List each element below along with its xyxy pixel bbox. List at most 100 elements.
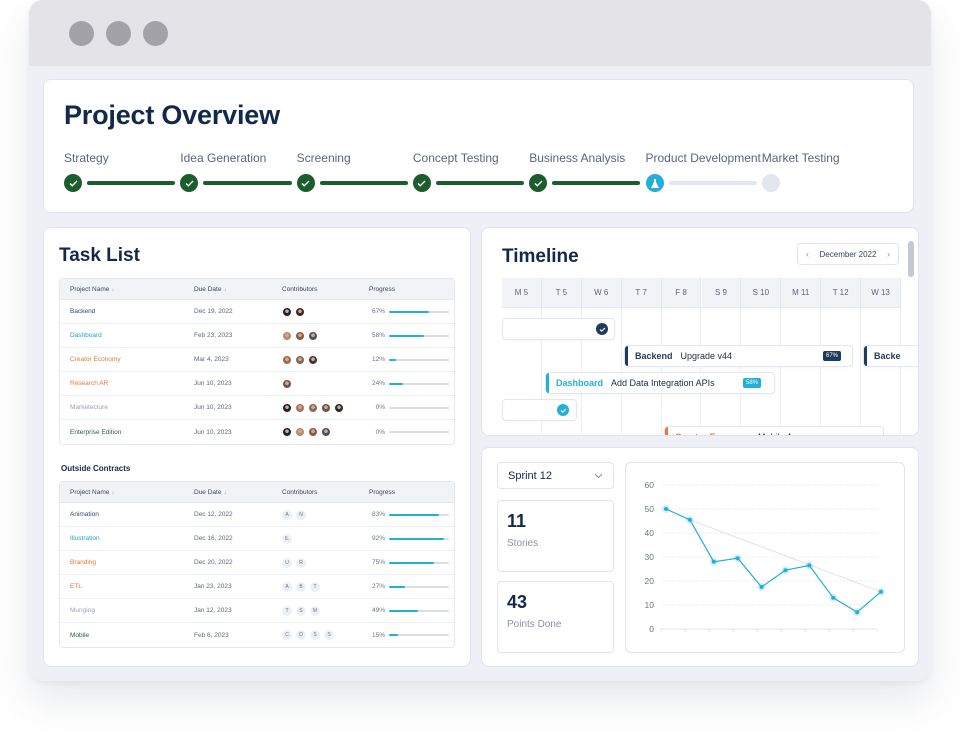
table-row[interactable]: Illustration Dec 16, 2022 IL 92% bbox=[60, 527, 454, 551]
stage-node-done[interactable] bbox=[64, 174, 82, 192]
progress-percent: 49% bbox=[371, 607, 385, 614]
stage-node-done[interactable] bbox=[412, 174, 431, 192]
avatar[interactable] bbox=[282, 378, 292, 389]
table-row[interactable]: Research AR Jun 10, 2023 24% bbox=[60, 372, 454, 396]
table-row[interactable]: Marketecture Jun 10, 2023 0% bbox=[60, 396, 454, 420]
table-row[interactable]: Backend Dec 19, 2022 67% bbox=[60, 300, 454, 324]
project-name-link[interactable]: Enterprise Edition bbox=[70, 420, 121, 444]
timeline-scrollbar[interactable] bbox=[908, 241, 914, 277]
contributor-initial-badge[interactable]: S bbox=[310, 630, 320, 640]
project-name-link[interactable]: Illustration bbox=[70, 527, 100, 550]
table-row[interactable]: Mobile Feb 6, 2023 C D S S 15% bbox=[60, 623, 454, 647]
chevron-down-icon bbox=[594, 473, 603, 478]
sort-arrow-icon[interactable]: ↓ bbox=[111, 489, 114, 496]
month-label: December 2022 bbox=[819, 249, 877, 259]
project-name-link[interactable]: Animation bbox=[70, 503, 99, 526]
timeline-task-bar[interactable]: Backend Upgrade v44 67% bbox=[624, 345, 853, 367]
project-name-link[interactable]: Dashboard bbox=[70, 324, 102, 347]
column-header-date[interactable]: Due Date ↓ bbox=[194, 279, 227, 299]
avatar[interactable] bbox=[282, 354, 292, 365]
project-name-link[interactable]: ETL bbox=[70, 575, 82, 598]
sort-arrow-icon[interactable]: ↓ bbox=[111, 286, 114, 293]
project-name-link[interactable]: Marketecture bbox=[70, 396, 108, 419]
stage-node-done[interactable] bbox=[296, 174, 315, 192]
avatar[interactable] bbox=[334, 402, 344, 413]
avatar[interactable] bbox=[308, 354, 318, 365]
avatar[interactable] bbox=[295, 330, 305, 341]
contributor-initial-badge[interactable]: A bbox=[282, 581, 292, 592]
project-name-link[interactable]: Creator Economy bbox=[70, 348, 121, 371]
contributor-initial-badge[interactable]: IL bbox=[282, 533, 292, 544]
progress-bar bbox=[389, 358, 449, 361]
contributor-initial-badge[interactable]: C bbox=[282, 630, 292, 640]
project-overview-card: Project Overview Strategy Idea Generation… bbox=[43, 79, 914, 213]
day-header: F 8 bbox=[661, 278, 702, 308]
stage-node-todo[interactable] bbox=[761, 174, 780, 192]
avatar[interactable] bbox=[295, 306, 305, 317]
progress-bar bbox=[389, 609, 449, 612]
avatar[interactable] bbox=[282, 330, 292, 341]
window-maximize-button[interactable] bbox=[143, 21, 168, 46]
chevron-right-icon[interactable]: › bbox=[887, 249, 890, 259]
table-row[interactable]: Animation Dec 12, 2022 A N 83% bbox=[60, 503, 454, 527]
data-point bbox=[735, 556, 740, 561]
avatar[interactable] bbox=[282, 402, 292, 413]
avatar[interactable] bbox=[282, 427, 292, 437]
avatar[interactable] bbox=[308, 427, 318, 437]
avatar[interactable] bbox=[321, 402, 331, 413]
contributor-initial-badge[interactable]: N bbox=[296, 509, 306, 520]
window-close-button[interactable] bbox=[69, 21, 94, 46]
avatar[interactable] bbox=[295, 427, 305, 437]
sprint-select[interactable]: Sprint 12 bbox=[497, 462, 614, 489]
stage-node-done[interactable] bbox=[180, 174, 199, 192]
contributors: AN bbox=[282, 503, 310, 526]
column-header-name[interactable]: Project Name ↓ bbox=[70, 279, 115, 299]
contributor-initial-badge[interactable]: T bbox=[282, 605, 292, 616]
window-minimize-button[interactable] bbox=[106, 21, 131, 46]
avatar[interactable] bbox=[308, 330, 318, 341]
contributors bbox=[282, 300, 308, 323]
avatar[interactable] bbox=[295, 402, 305, 413]
table-row[interactable]: Munging Jan 12, 2023 T S M 49% bbox=[60, 599, 454, 623]
table-row[interactable]: Enterprise Edition Jun 10, 2023 0% bbox=[60, 420, 454, 444]
chevron-left-icon[interactable]: ‹ bbox=[806, 249, 809, 259]
project-name-link[interactable]: Research AR bbox=[70, 372, 108, 395]
stage-node-done[interactable] bbox=[529, 174, 548, 192]
avatar[interactable] bbox=[308, 402, 318, 413]
avatar[interactable] bbox=[321, 427, 331, 437]
contributor-initial-badge[interactable]: T bbox=[310, 581, 320, 592]
table-row[interactable]: Branding Dec 20, 2022 U R 75% bbox=[60, 551, 454, 575]
timeline-task-bar[interactable]: Backe bbox=[863, 345, 918, 367]
table-row[interactable]: Creator Economy Mar 4, 2023 12% bbox=[60, 348, 454, 372]
contributor-initial-badge[interactable]: S bbox=[324, 630, 334, 640]
stage-connector bbox=[203, 181, 292, 185]
contributor-initial-badge[interactable]: A bbox=[282, 509, 292, 520]
contributor-initial-badge[interactable]: D bbox=[296, 630, 306, 640]
timeline-task-bar[interactable]: Dashboard Add Data Integration APIs 58% bbox=[545, 372, 775, 394]
column-header-date[interactable]: Due Date ↓ bbox=[194, 482, 227, 502]
sort-arrow-icon[interactable]: ↓ bbox=[223, 286, 226, 293]
contributor-initial-badge[interactable]: S bbox=[296, 605, 306, 616]
project-name-link[interactable]: Mobile bbox=[70, 623, 89, 647]
table-row[interactable]: Dashboard Feb 23, 2023 58% bbox=[60, 324, 454, 348]
progress-bar bbox=[389, 537, 449, 540]
project-name-link[interactable]: Branding bbox=[70, 551, 96, 574]
burndown-chart-card: 0 10 20 30 40 50 60 bbox=[625, 462, 905, 653]
timeline-task-bar[interactable]: Creator Economy Mobile App bbox=[664, 426, 884, 435]
sprint-card: Sprint 12 11 Stories 43 Points Done 0 10 2… bbox=[481, 447, 919, 667]
table-row[interactable]: ETL Jan 23, 2023 A B T 27% bbox=[60, 575, 454, 599]
contributor-initial-badge[interactable]: B bbox=[296, 581, 306, 592]
stage-connector bbox=[435, 181, 525, 185]
contributor-initial-badge[interactable]: M bbox=[310, 605, 320, 616]
completed-task-bar[interactable] bbox=[502, 399, 577, 421]
contributor-initial-badge[interactable]: U bbox=[282, 557, 292, 568]
avatar[interactable] bbox=[295, 354, 305, 365]
avatar[interactable] bbox=[282, 306, 292, 317]
project-name-link[interactable]: Backend bbox=[70, 300, 95, 323]
sort-arrow-icon[interactable]: ↓ bbox=[223, 489, 226, 496]
column-header-name[interactable]: Project Name ↓ bbox=[70, 482, 115, 502]
completed-task-bar[interactable] bbox=[502, 318, 615, 340]
project-name-link[interactable]: Munging bbox=[70, 599, 95, 622]
stage-node-active[interactable] bbox=[645, 174, 664, 192]
contributor-initial-badge[interactable]: R bbox=[296, 557, 306, 568]
